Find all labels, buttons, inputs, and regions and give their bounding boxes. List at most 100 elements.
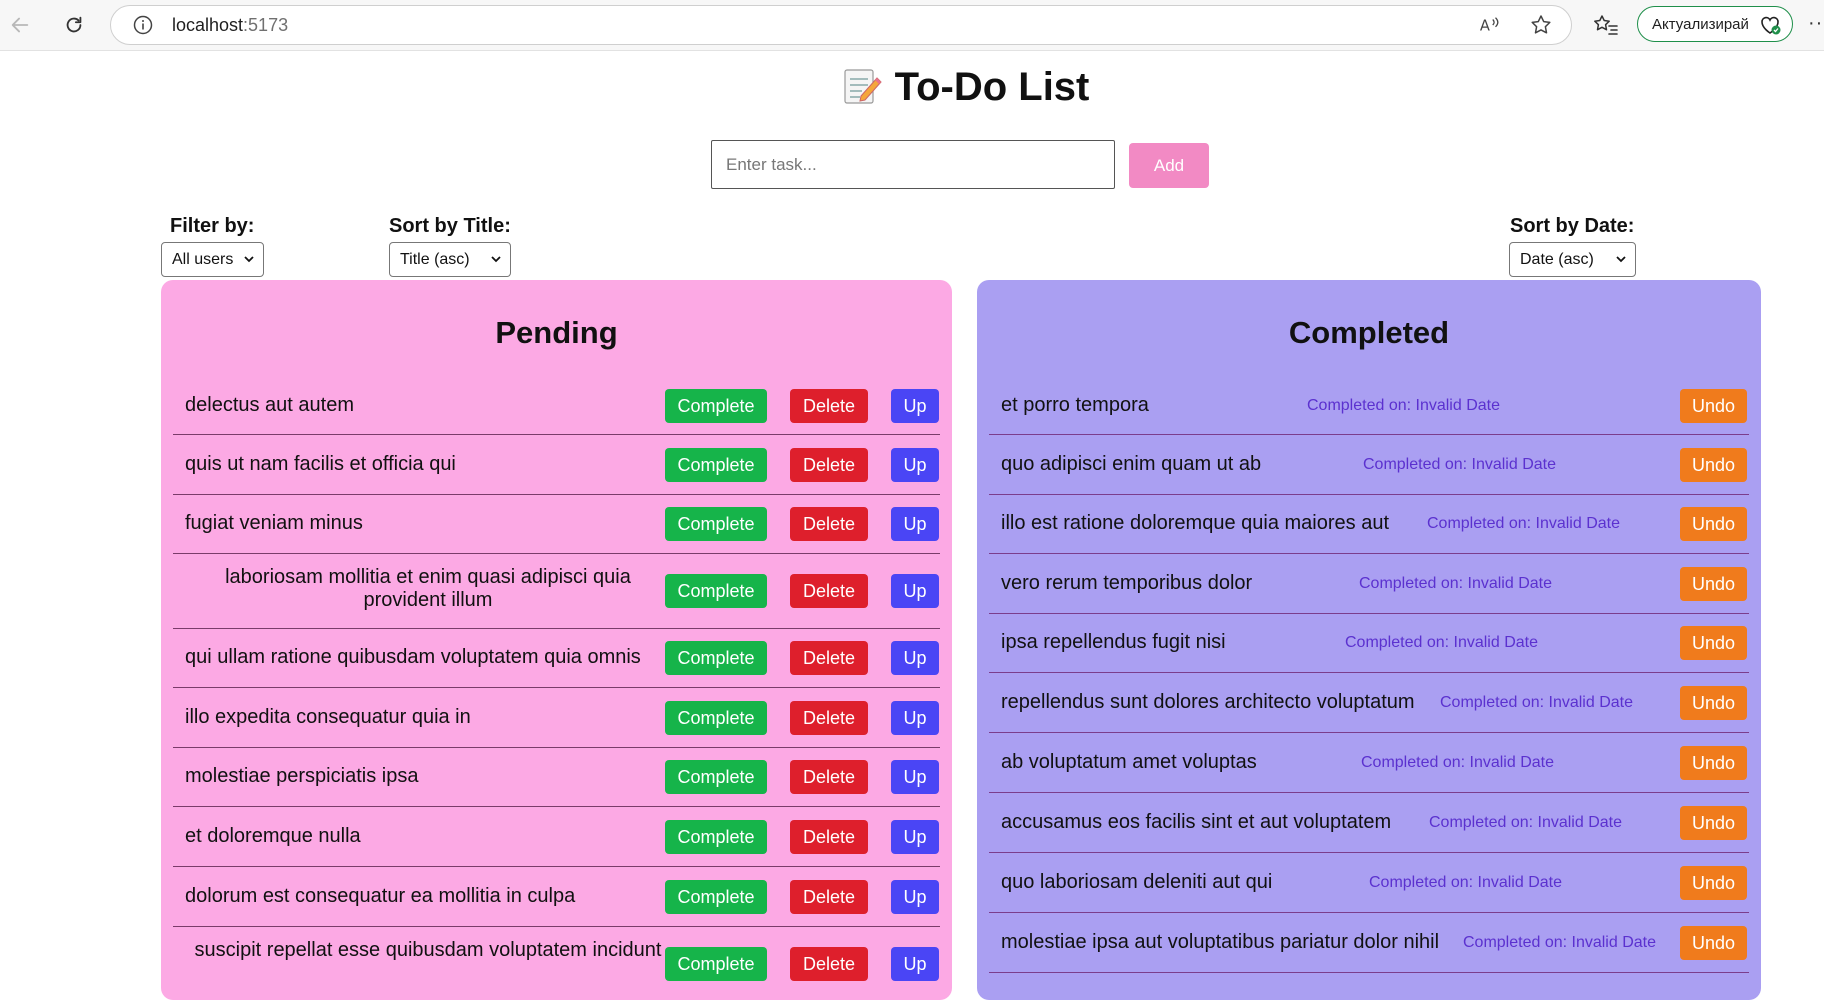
- complete-button[interactable]: Complete: [665, 947, 767, 981]
- task-title: ipsa repellendus fugit nisi: [1001, 631, 1226, 653]
- pending-task-row: quis ut nam facilis et officia qui Compl…: [173, 435, 940, 495]
- favorites-icon[interactable]: [1593, 12, 1619, 38]
- filter-select[interactable]: All users: [161, 242, 264, 277]
- up-button[interactable]: Up: [891, 701, 939, 735]
- undo-button[interactable]: Undo: [1680, 746, 1747, 780]
- undo-button[interactable]: Undo: [1680, 567, 1747, 601]
- undo-button[interactable]: Undo: [1680, 866, 1747, 900]
- delete-button[interactable]: Delete: [790, 448, 868, 482]
- completed-task-row: quo laboriosam deleniti aut qui Complete…: [989, 853, 1749, 913]
- completed-panel: Completed et porro tempora Completed on:…: [977, 280, 1761, 1000]
- complete-button[interactable]: Complete: [665, 820, 767, 854]
- pending-task-row: molestiae perspiciatis ipsa Complete Del…: [173, 748, 940, 807]
- completed-date: Completed on: Invalid Date: [1361, 754, 1554, 771]
- completed-task-row: et porro tempora Completed on: Invalid D…: [989, 377, 1749, 435]
- up-button[interactable]: Up: [891, 947, 939, 981]
- pending-task-row: suscipit repellat esse quibusdam volupta…: [173, 927, 940, 1000]
- delete-button[interactable]: Delete: [790, 389, 868, 423]
- sort-title-label: Sort by Title:: [389, 215, 511, 237]
- sort-title-value: Title (asc): [400, 250, 470, 268]
- completed-heading: Completed: [1288, 315, 1450, 350]
- up-button[interactable]: Up: [891, 820, 939, 854]
- up-button[interactable]: Up: [891, 507, 939, 541]
- update-label: Актуализирай: [1652, 15, 1749, 33]
- completed-date: Completed on: Invalid Date: [1363, 456, 1556, 473]
- delete-button[interactable]: Delete: [790, 760, 868, 794]
- complete-button[interactable]: Complete: [665, 448, 767, 482]
- sort-date-select[interactable]: Date (asc): [1509, 242, 1636, 277]
- read-aloud-icon[interactable]: A: [1479, 14, 1501, 36]
- undo-button[interactable]: Undo: [1680, 686, 1747, 720]
- task-title: quo laboriosam deleniti aut qui: [1001, 871, 1273, 893]
- completed-date: Completed on: Invalid Date: [1427, 515, 1620, 532]
- task-title: molestiae ipsa aut voluptatibus pariatur…: [1001, 931, 1440, 953]
- more-menu-button[interactable]: ···: [1808, 12, 1824, 35]
- up-button[interactable]: Up: [891, 389, 939, 423]
- completed-task-row: ab voluptatum amet voluptas Completed on…: [989, 733, 1749, 793]
- address-url[interactable]: localhost:5173: [172, 15, 288, 36]
- reload-button[interactable]: [58, 9, 90, 41]
- task-title: et doloremque nulla: [185, 825, 361, 847]
- task-title: suscipit repellat esse quibusdam volupta…: [194, 939, 662, 961]
- sort-title-select[interactable]: Title (asc): [389, 242, 511, 277]
- up-button[interactable]: Up: [891, 448, 939, 482]
- complete-button[interactable]: Complete: [665, 574, 767, 608]
- completed-date: Completed on: Invalid Date: [1369, 874, 1562, 891]
- pending-task-row: qui ullam ratione quibusdam voluptatem q…: [173, 629, 940, 688]
- undo-button[interactable]: Undo: [1680, 806, 1747, 840]
- add-button[interactable]: Add: [1129, 143, 1209, 188]
- task-title: repellendus sunt dolores architecto volu…: [1001, 691, 1415, 713]
- filter-label: Filter by:: [170, 215, 255, 237]
- chevron-down-icon: [491, 256, 501, 263]
- complete-button[interactable]: Complete: [665, 760, 767, 794]
- filter-value: All users: [172, 250, 234, 268]
- update-button[interactable]: Актуализирай: [1637, 6, 1793, 42]
- up-button[interactable]: Up: [891, 880, 939, 914]
- completed-task-row: illo est ratione doloremque quia maiores…: [989, 495, 1749, 554]
- completed-date: Completed on: Invalid Date: [1429, 814, 1622, 831]
- address-bar[interactable]: localhost:5173 A: [110, 5, 1572, 45]
- favorite-star-icon[interactable]: [1529, 13, 1553, 37]
- pending-task-row: et doloremque nulla Complete Delete Up: [173, 807, 940, 867]
- delete-button[interactable]: Delete: [790, 701, 868, 735]
- delete-button[interactable]: Delete: [790, 947, 868, 981]
- completed-task-row: ipsa repellendus fugit nisi Completed on…: [989, 614, 1749, 673]
- undo-button[interactable]: Undo: [1680, 626, 1747, 660]
- task-title: delectus aut autem: [185, 394, 354, 416]
- complete-button[interactable]: Complete: [665, 701, 767, 735]
- undo-button[interactable]: Undo: [1680, 507, 1747, 541]
- info-icon[interactable]: [133, 15, 153, 35]
- complete-button[interactable]: Complete: [665, 389, 767, 423]
- completed-date: Completed on: Invalid Date: [1307, 397, 1500, 414]
- complete-button[interactable]: Complete: [665, 641, 767, 675]
- delete-button[interactable]: Delete: [790, 820, 868, 854]
- memo-icon: [844, 69, 882, 104]
- undo-button[interactable]: Undo: [1680, 389, 1747, 423]
- delete-button[interactable]: Delete: [790, 641, 868, 675]
- complete-button[interactable]: Complete: [665, 880, 767, 914]
- task-title: fugiat veniam minus: [185, 512, 363, 534]
- complete-button[interactable]: Complete: [665, 507, 767, 541]
- completed-task-row: vero rerum temporibus dolor Completed on…: [989, 554, 1749, 614]
- task-title: illo expedita consequatur quia in: [185, 706, 471, 728]
- svg-text:A: A: [1480, 18, 1490, 35]
- up-button[interactable]: Up: [891, 641, 939, 675]
- delete-button[interactable]: Delete: [790, 507, 868, 541]
- completed-task-row: molestiae ipsa aut voluptatibus pariatur…: [989, 913, 1749, 973]
- delete-button[interactable]: Delete: [790, 574, 868, 608]
- back-button[interactable]: [4, 9, 36, 41]
- task-title: qui ullam ratione quibusdam voluptatem q…: [185, 646, 641, 668]
- up-button[interactable]: Up: [891, 760, 939, 794]
- up-button[interactable]: Up: [891, 574, 939, 608]
- task-title: quis ut nam facilis et officia qui: [185, 453, 456, 475]
- delete-button[interactable]: Delete: [790, 880, 868, 914]
- undo-button[interactable]: Undo: [1680, 448, 1747, 482]
- task-title: illo est ratione doloremque quia maiores…: [1001, 512, 1389, 534]
- reload-icon: [66, 16, 82, 33]
- task-title: vero rerum temporibus dolor: [1001, 572, 1253, 594]
- undo-button[interactable]: Undo: [1680, 926, 1747, 960]
- task-input[interactable]: [711, 140, 1115, 189]
- task-title: ab voluptatum amet voluptas: [1001, 751, 1257, 773]
- completed-date: Completed on: Invalid Date: [1463, 934, 1656, 951]
- sort-date-value: Date (asc): [1520, 250, 1594, 268]
